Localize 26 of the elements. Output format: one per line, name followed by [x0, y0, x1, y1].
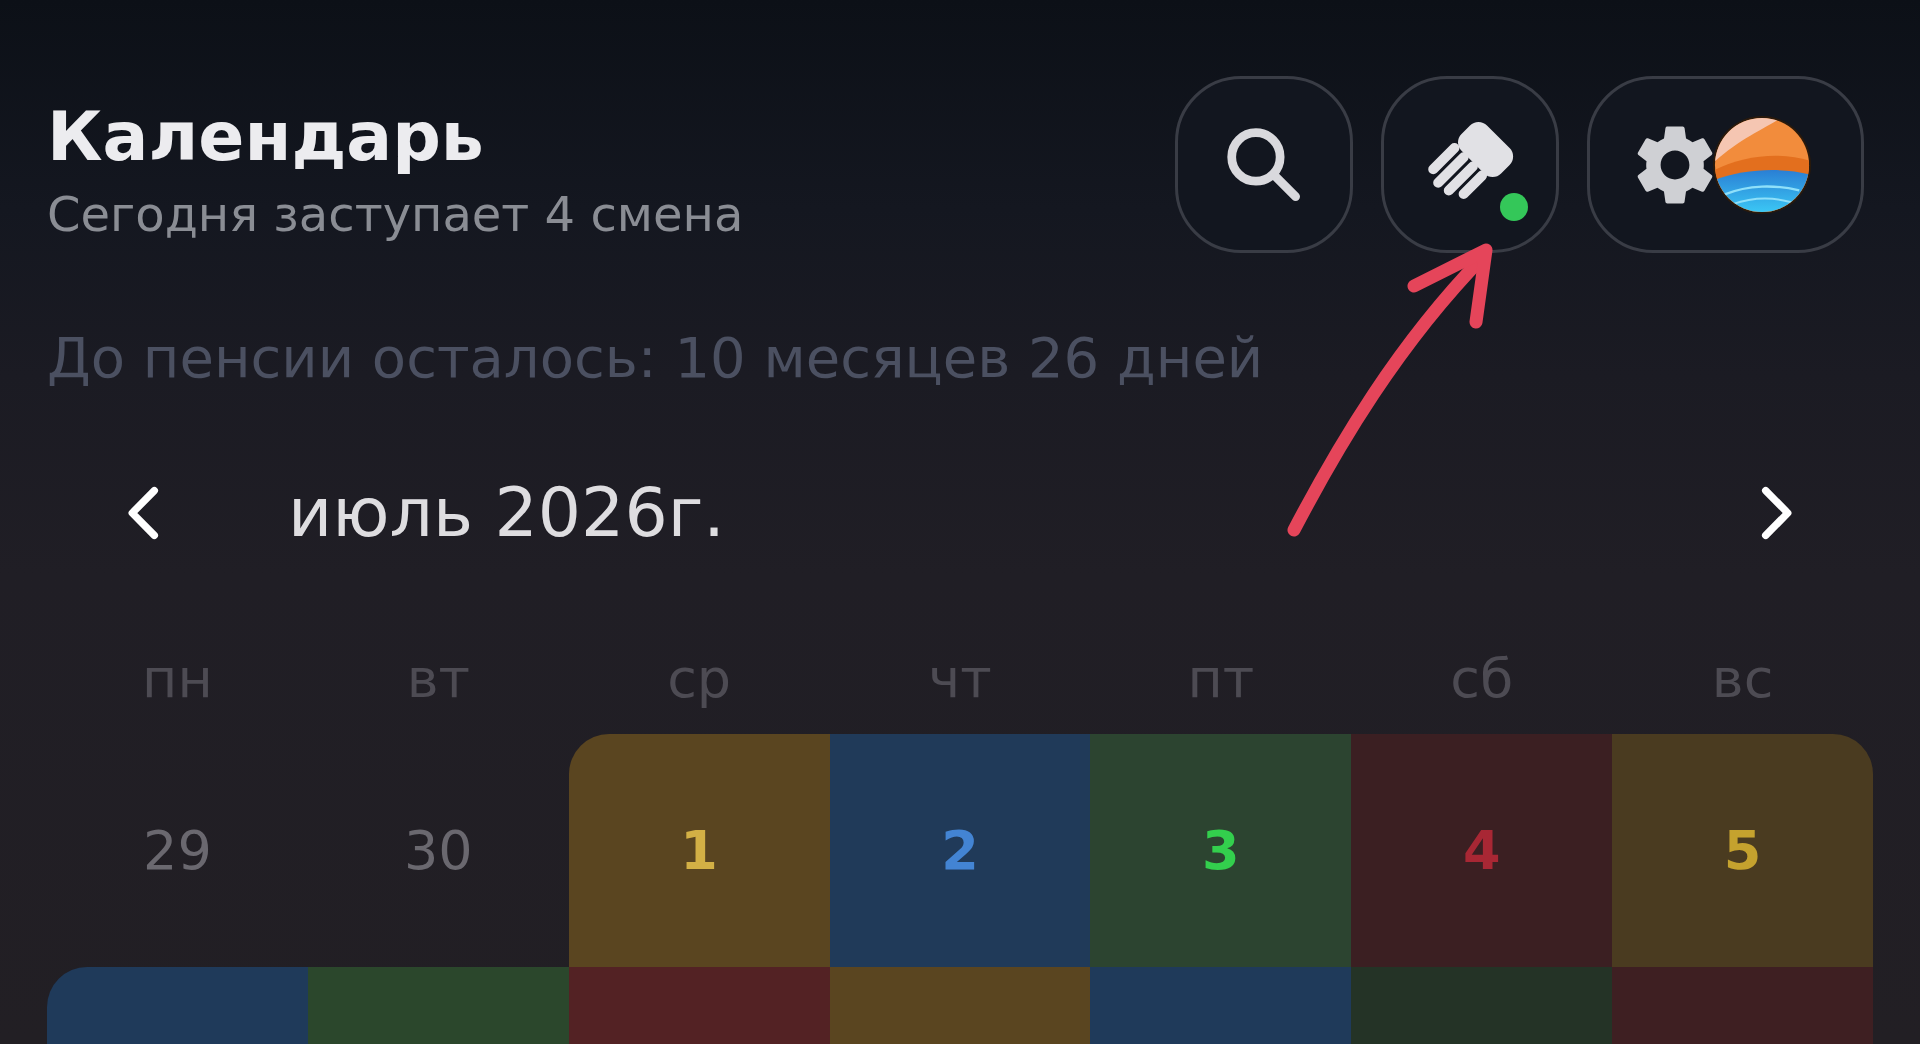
day-cell[interactable] [829, 967, 1091, 1044]
day-cell[interactable]: 29 [47, 734, 308, 967]
day-cell[interactable] [47, 967, 308, 1044]
shift-subtitle: Сегодня заступает 4 смена [47, 186, 744, 244]
prev-month-button[interactable] [126, 486, 160, 541]
settings-button[interactable] [1587, 76, 1864, 253]
day-cell[interactable]: 30 [307, 734, 569, 967]
search-icon [1227, 127, 1301, 202]
day-cell[interactable]: 1 [568, 734, 830, 967]
day-cell[interactable]: 4 [1351, 734, 1613, 967]
next-month-button[interactable] [1760, 486, 1794, 541]
day-cell[interactable] [307, 967, 569, 1044]
day-cell[interactable]: 2 [829, 734, 1091, 967]
retirement-countdown: До пенсии осталось: 10 месяцев 26 дней [47, 324, 1264, 392]
hand-button[interactable] [1381, 76, 1559, 253]
chevron-right-icon [1760, 486, 1794, 541]
day-cell[interactable] [568, 967, 830, 1044]
chevron-left-icon [126, 486, 160, 541]
day-cell[interactable]: 3 [1090, 734, 1352, 967]
search-button[interactable] [1175, 76, 1353, 253]
day-cell[interactable]: 5 [1612, 734, 1873, 967]
day-cell[interactable] [1351, 967, 1613, 1044]
day-cell[interactable] [1090, 967, 1352, 1044]
day-cell[interactable] [1612, 967, 1873, 1044]
page-title: Календарь [47, 98, 484, 177]
month-label: июль 2026г. [288, 472, 725, 554]
